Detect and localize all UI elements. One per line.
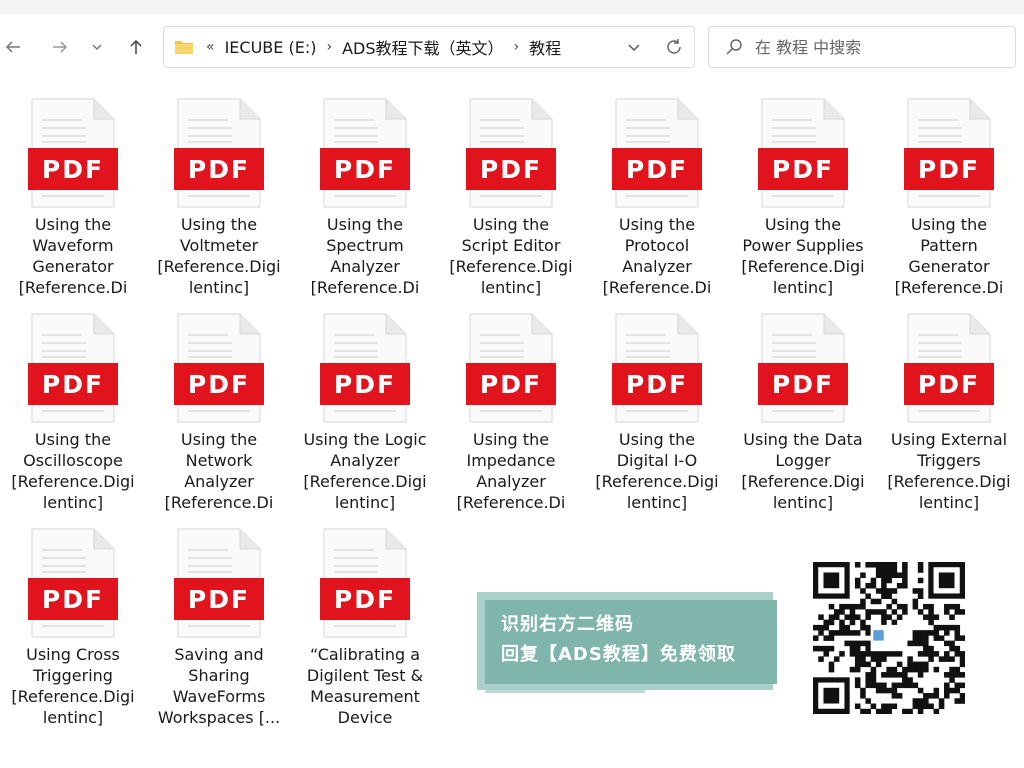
pdf-file-item[interactable]: PDF Using the Digital I-O [Reference.Digi… [587,313,727,513]
promo-line-2: 回复【ADS教程】免费领取 [501,644,736,665]
file-name-label: Using the Waveform Generator [Reference.… [18,215,128,297]
breadcrumb-separator[interactable]: › [510,39,524,55]
pdf-badge-text: PDF [480,370,542,399]
pdf-file-item[interactable]: PDF Using the Oscilloscope [Reference.Dig… [3,313,143,513]
file-name-label: Using the Pattern Generator [Reference.D… [894,215,1004,297]
file-name-label: Using the Impedance Analyzer [Reference.… [456,430,566,512]
pdf-file-item[interactable]: PDF Using the Pattern Generator [Referenc… [879,98,1019,298]
file-name-label: Using the Power Supplies [Reference.Digi… [741,215,865,297]
pdf-badge-text: PDF [772,155,834,184]
breadcrumb-separator[interactable]: › [322,39,336,55]
search-input[interactable] [753,36,997,58]
pdf-file-item[interactable]: PDF Using the Script Editor [Reference.Di… [441,98,581,298]
arrow-up-icon [130,39,142,54]
file-name-label: “Calibrating a Digilent Test & Measureme… [306,645,424,727]
pdf-badge-text: PDF [334,585,396,614]
promo-banner: 识别右方二维码 回复【ADS教程】免费领取 [485,600,777,684]
refresh-icon [667,39,681,54]
breadcrumb-current-folder[interactable]: 教程 [523,35,567,59]
pdf-badge-text: PDF [918,370,980,399]
pdf-file-icon: PDF [466,98,556,208]
pdf-file-icon: PDF [174,528,264,638]
breadcrumb-overflow[interactable]: « [202,39,219,55]
arrow-left-icon [5,41,20,53]
qr-code [813,562,966,715]
pdf-badge-text: PDF [772,370,834,399]
pdf-file-icon: PDF [904,313,994,423]
file-name-label: Using the Spectrum Analyzer [Reference.D… [310,215,420,297]
pdf-badge-text: PDF [188,585,250,614]
breadcrumb-parent-folder[interactable]: ADS教程下载（英文） [336,35,509,59]
pdf-file-item[interactable]: PDF Using the Network Analyzer [Reference… [149,313,289,513]
pdf-file-item[interactable]: PDF Using the Voltmeter [Reference.Digile… [149,98,289,298]
forward-button[interactable] [47,34,73,60]
search-box[interactable] [708,26,1016,68]
recent-locations-button[interactable] [84,34,110,60]
up-button[interactable] [123,34,149,60]
pdf-badge-text: PDF [42,155,104,184]
pdf-file-item[interactable]: PDF Saving and Sharing WaveForms Workspac… [149,528,289,728]
pdf-file-icon: PDF [466,313,556,423]
file-name-label: Using Cross Triggering [Reference.Digile… [11,645,135,727]
pdf-file-icon: PDF [320,313,410,423]
pdf-file-icon: PDF [320,98,410,208]
pdf-file-icon: PDF [174,98,264,208]
pdf-file-item[interactable]: PDF Using the Spectrum Analyzer [Referenc… [295,98,435,298]
pdf-badge-text: PDF [334,370,396,399]
address-bar[interactable]: « IECUBE (E:) › ADS教程下载（英文） › 教程 [163,26,695,68]
pdf-file-item[interactable]: PDF Using the Data Logger [Reference.Digi… [733,313,873,513]
pdf-file-icon: PDF [28,528,118,638]
pdf-file-item[interactable]: PDF Using the Impedance Analyzer [Referen… [441,313,581,513]
pdf-file-icon: PDF [28,313,118,423]
file-name-label: Using the Digital I-O [Reference.Digilen… [595,430,719,512]
back-button[interactable] [0,34,26,60]
pdf-file-item[interactable]: PDF Using the Protocol Analyzer [Referenc… [587,98,727,298]
pdf-file-icon: PDF [612,313,702,423]
refresh-button[interactable] [654,27,694,67]
qr-code-icon [813,562,966,715]
pdf-file-icon: PDF [174,313,264,423]
pdf-badge-text: PDF [188,370,250,399]
breadcrumb-drive[interactable]: IECUBE (E:) [219,38,323,57]
pdf-badge-text: PDF [626,155,688,184]
pdf-file-icon: PDF [904,98,994,208]
file-name-label: Using the Data Logger [Reference.Digilen… [741,430,865,512]
arrow-right-icon [53,41,68,53]
pdf-badge-text: PDF [42,585,104,614]
folder-icon [174,39,194,55]
file-name-label: Using the Logic Analyzer [Reference.Digi… [303,430,427,512]
file-name-label: Using the Oscilloscope [Reference.Digile… [11,430,135,512]
pdf-file-icon: PDF [758,313,848,423]
file-name-label: Using the Protocol Analyzer [Reference.D… [602,215,712,297]
file-name-label: Using the Script Editor [Reference.Digil… [449,215,573,297]
address-dropdown-button[interactable] [614,27,654,67]
pdf-file-item[interactable]: PDF Using the Logic Analyzer [Reference.D… [295,313,435,513]
chevron-down-icon [92,44,102,51]
pdf-file-item[interactable]: PDF Using the Waveform Generator [Referen… [3,98,143,298]
pdf-badge-text: PDF [918,155,980,184]
search-icon [725,38,743,56]
window-top-strip [0,0,1024,14]
file-name-label: Using External Triggers [Reference.Digil… [887,430,1011,512]
pdf-file-icon: PDF [320,528,410,638]
pdf-file-item[interactable]: PDF Using Cross Triggering [Reference.Dig… [3,528,143,728]
pdf-badge-text: PDF [42,370,104,399]
promo-line-1: 识别右方二维码 [501,614,634,635]
pdf-file-icon: PDF [612,98,702,208]
pdf-badge-text: PDF [480,155,542,184]
file-name-label: Saving and Sharing WaveForms Workspaces … [157,645,281,727]
pdf-file-icon: PDF [758,98,848,208]
pdf-file-icon: PDF [28,98,118,208]
promo-underline [485,690,645,693]
pdf-file-item[interactable]: PDF Using External Triggers [Reference.Di… [879,313,1019,513]
pdf-badge-text: PDF [626,370,688,399]
pdf-badge-text: PDF [334,155,396,184]
pdf-badge-text: PDF [188,155,250,184]
pdf-file-item[interactable]: PDF Using the Power Supplies [Reference.D… [733,98,873,298]
chevron-down-icon [628,44,640,52]
pdf-file-item[interactable]: PDF “Calibrating a Digilent Test & Measur… [295,528,435,728]
file-name-label: Using the Voltmeter [Reference.Digilenti… [157,215,281,297]
file-name-label: Using the Network Analyzer [Reference.Di… [164,430,274,512]
